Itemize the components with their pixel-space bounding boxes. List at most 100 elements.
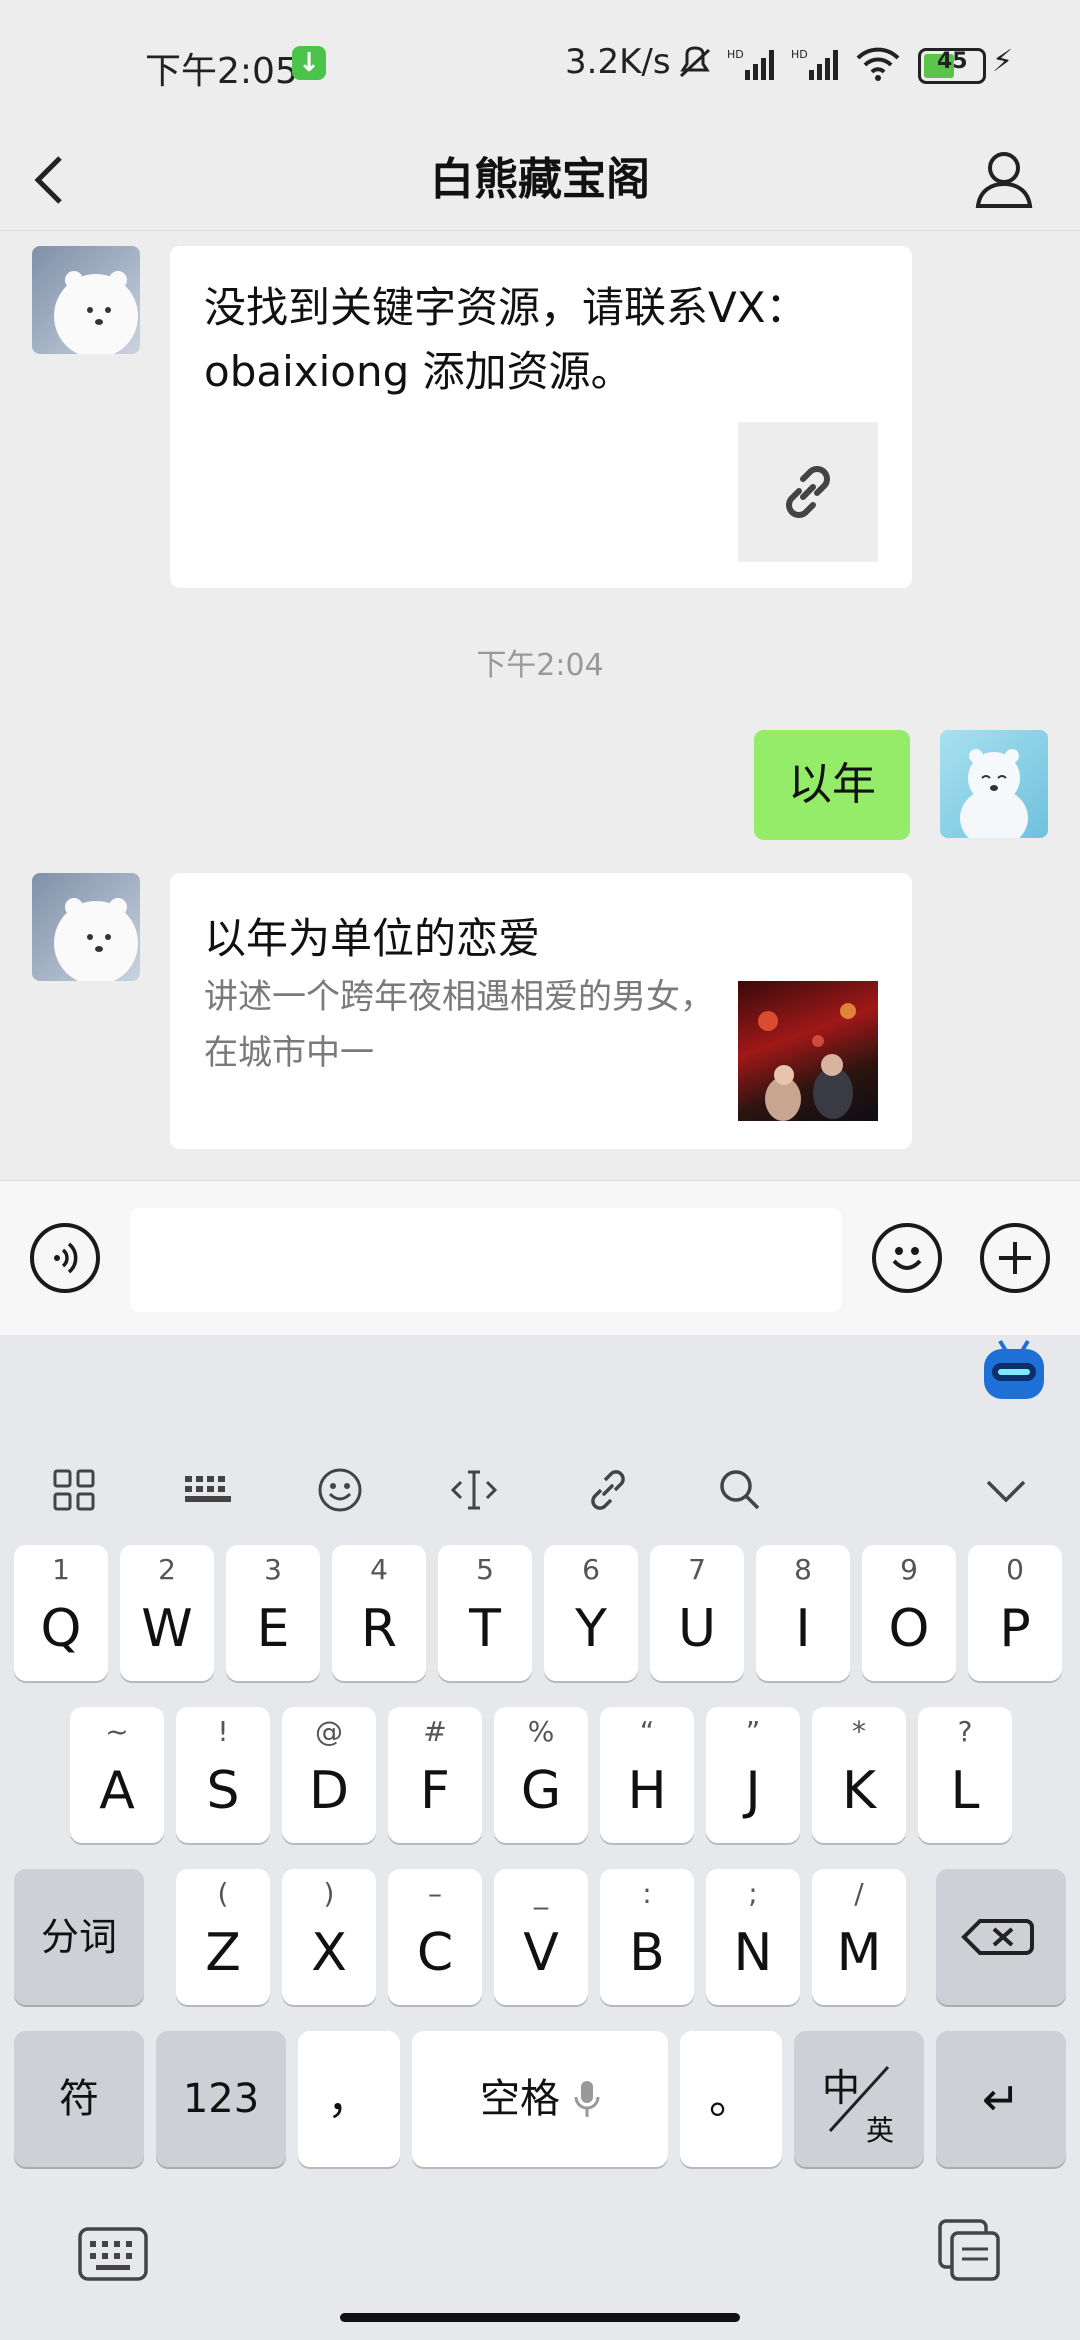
link-icon — [786, 466, 830, 518]
cursor-move-button[interactable] — [444, 1455, 504, 1525]
key-secondary-label: ! — [217, 1715, 229, 1748]
key-t[interactable]: 5T — [438, 1545, 532, 1681]
key-a[interactable]: ~ A — [70, 1707, 164, 1843]
backspace-key[interactable] — [936, 1869, 1066, 2005]
clipboard-button[interactable] — [934, 2215, 1004, 2285]
home-indicator[interactable] — [340, 2313, 740, 2322]
keyboard-switch-button[interactable] — [76, 2223, 150, 2285]
key-label: F — [420, 1761, 450, 1821]
key-secondary-label: 4 — [370, 1553, 388, 1586]
key-h[interactable]: “H — [600, 1707, 694, 1843]
lang-english-label: 英 — [866, 2114, 895, 2147]
key-label: R — [360, 1599, 398, 1659]
key-k[interactable]: * K — [812, 1707, 906, 1843]
voice-button[interactable] — [30, 1223, 100, 1293]
key-v[interactable]: _ V — [494, 1869, 588, 2005]
key-g[interactable]: % G — [494, 1707, 588, 1843]
assistant-robot-button[interactable] — [978, 1335, 1050, 1407]
movie-poster-thumbnail — [738, 981, 878, 1121]
key-label: N — [733, 1923, 773, 1983]
key-secondary-label: * — [852, 1715, 866, 1748]
key-label: Q — [40, 1599, 82, 1659]
key-secondary-label: ) — [323, 1877, 335, 1910]
key-secondary-label: 0 — [1006, 1553, 1024, 1586]
key-c[interactable]: – C — [388, 1869, 482, 2005]
svg-text:HD: HD — [727, 48, 744, 61]
key-y[interactable]: 6Y — [544, 1545, 638, 1681]
language-switch-key[interactable]: 中 英 — [794, 2031, 924, 2167]
keyboard-layout-button[interactable] — [178, 1455, 238, 1525]
symbol-key[interactable]: 符 — [14, 2031, 144, 2167]
key-u[interactable]: 7U — [650, 1545, 744, 1681]
chevron-left-icon — [34, 156, 62, 204]
user-avatar[interactable] — [940, 730, 1048, 838]
text-cursor-icon — [450, 1470, 498, 1510]
key-f[interactable]: # F — [388, 1707, 482, 1843]
key-i[interactable]: 8I — [756, 1545, 850, 1681]
enter-key[interactable]: ↵ — [936, 2031, 1066, 2167]
key-secondary-label: : — [642, 1877, 652, 1910]
key-label: C — [416, 1923, 454, 1983]
space-label: 空格 — [480, 2076, 560, 2122]
plus-icon — [999, 1242, 1031, 1274]
key-s[interactable]: ! S — [176, 1707, 270, 1843]
key-d[interactable]: @ D — [282, 1707, 376, 1843]
key-secondary-label: @ — [315, 1715, 343, 1748]
key-secondary-label: 5 — [476, 1553, 494, 1586]
card-title: 以年为单位的恋爱 — [204, 914, 541, 963]
key-label: H — [627, 1761, 667, 1821]
key-n[interactable]: ; N — [706, 1869, 800, 2005]
bot-message-bubble[interactable]: 没找到关键字资源，请联系VX：obaixiong 添加资源。 — [170, 246, 912, 588]
key-m[interactable]: / M — [812, 1869, 906, 2005]
key-x[interactable]: ) X — [282, 1869, 376, 2005]
key-w[interactable]: 2W — [120, 1545, 214, 1681]
key-q[interactable]: 1Q — [14, 1545, 108, 1681]
key-r[interactable]: 4R — [332, 1545, 426, 1681]
link-thumbnail[interactable] — [738, 422, 878, 562]
key-secondary-label: # — [423, 1715, 447, 1748]
message-input[interactable] — [130, 1208, 842, 1312]
hide-keyboard-button[interactable] — [976, 1455, 1036, 1525]
segment-key[interactable]: 分词 — [14, 1869, 144, 2005]
microphone-icon — [574, 2081, 600, 2117]
bot-avatar[interactable] — [32, 873, 140, 981]
search-icon — [720, 1470, 760, 1510]
profile-button[interactable] — [972, 130, 1042, 230]
charging-icon: ⚡ — [992, 44, 1014, 79]
clipboard-icon — [938, 2219, 1000, 2281]
back-button[interactable] — [30, 130, 100, 230]
key-e[interactable]: 3E — [226, 1545, 320, 1681]
key-o[interactable]: 9O — [862, 1545, 956, 1681]
key-secondary-label: 3 — [264, 1553, 282, 1586]
movie-result-card[interactable]: 以年为单位的恋爱 讲述一个跨年夜相遇相爱的男女，在城市中一 — [170, 873, 912, 1149]
key-secondary-label: 6 — [582, 1553, 600, 1586]
comma-key[interactable]: ， — [298, 2031, 400, 2167]
key-j[interactable]: ” J — [706, 1707, 800, 1843]
wifi-icon — [856, 47, 900, 81]
signal-icon: HD — [727, 48, 774, 80]
user-message-bubble[interactable]: 以年 — [754, 730, 910, 840]
keyboard-search-button[interactable] — [710, 1455, 770, 1525]
bot-avatar[interactable] — [32, 246, 140, 354]
grid-icon — [53, 1469, 95, 1511]
period-key[interactable]: 。 — [680, 2031, 782, 2167]
number-key[interactable]: 123 — [156, 2031, 286, 2167]
key-b[interactable]: :B — [600, 1869, 694, 2005]
space-key[interactable]: 空格 — [412, 2031, 668, 2167]
key-z[interactable]: (Z — [176, 1869, 270, 2005]
key-label: X — [311, 1923, 347, 1983]
key-l[interactable]: ? L — [918, 1707, 1012, 1843]
key-secondary-label: ~ — [105, 1715, 129, 1748]
smiley-icon — [318, 1468, 362, 1512]
more-button[interactable] — [980, 1223, 1050, 1293]
key-secondary-label: / — [854, 1877, 864, 1910]
key-label: E — [256, 1599, 290, 1659]
keyboard-emoji-button[interactable] — [310, 1455, 370, 1525]
keyboard-grid-button[interactable] — [44, 1455, 104, 1525]
person-icon — [975, 152, 1033, 208]
key-label: T — [469, 1599, 501, 1659]
emoji-button[interactable] — [872, 1223, 942, 1293]
key-p[interactable]: 0P — [968, 1545, 1062, 1681]
svg-text:HD: HD — [791, 48, 808, 61]
clipboard-link-button[interactable] — [578, 1455, 638, 1525]
